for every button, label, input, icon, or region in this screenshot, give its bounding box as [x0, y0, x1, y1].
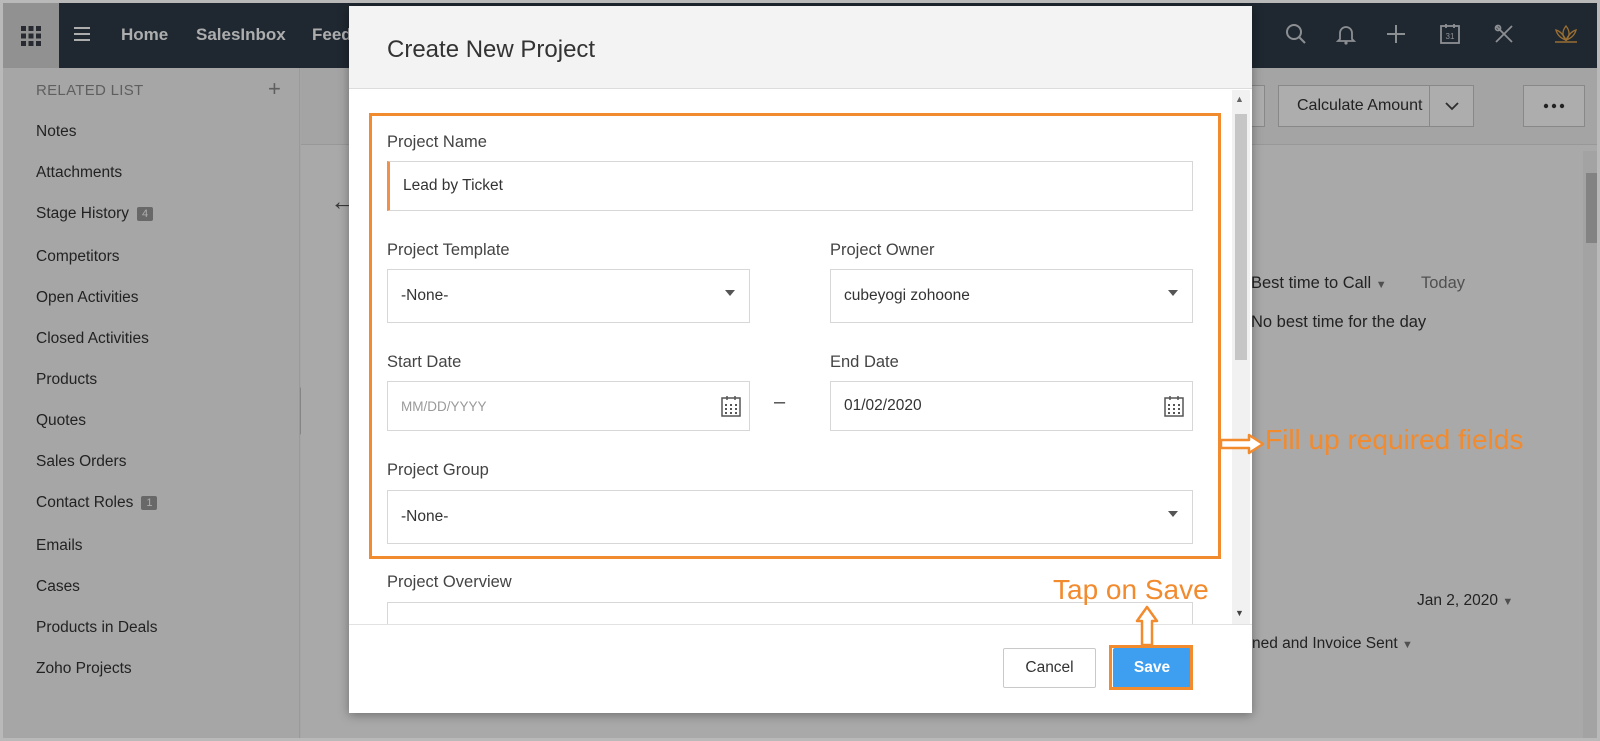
up-arrow-annotation-icon [1135, 605, 1159, 647]
cancel-button[interactable]: Cancel [1003, 648, 1096, 688]
dialog-scrollbar-thumb[interactable] [1235, 114, 1247, 360]
dialog-header: Create New Project [349, 6, 1252, 89]
tap-save-annotation: Tap on Save [1053, 574, 1209, 605]
project-overview-label: Project Overview [387, 573, 512, 591]
scroll-up-arrow-icon[interactable]: ▲ [1235, 94, 1244, 104]
required-fields-highlight [369, 113, 1221, 559]
scroll-down-arrow-icon[interactable]: ▼ [1235, 608, 1244, 618]
save-button-highlight [1109, 645, 1193, 690]
dialog-title: Create New Project [387, 36, 596, 63]
fill-fields-annotation: Fill up required fields [1265, 424, 1524, 455]
right-arrow-annotation-icon [1219, 433, 1265, 455]
app-frame: Home SalesInbox Feeds 31 RELATED LIST + … [0, 0, 1600, 741]
